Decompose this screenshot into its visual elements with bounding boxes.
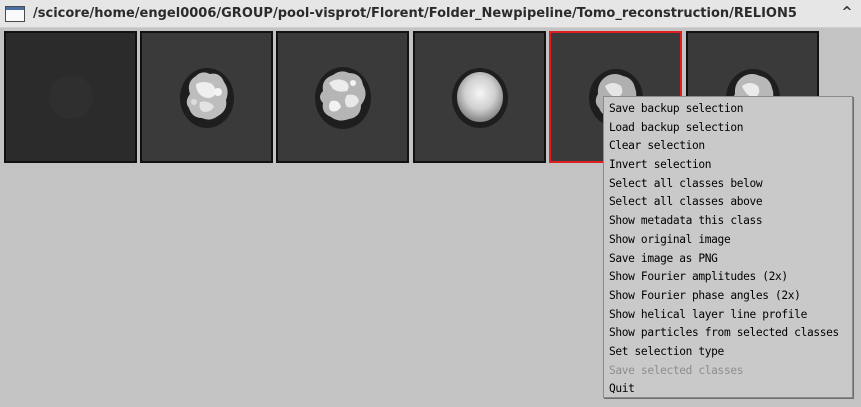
window-icon (5, 6, 25, 22)
app-window: /scicore/home/engel0006/GROUP/pool-vispr… (0, 0, 861, 407)
menu-item-set-selection-type[interactable]: Set selection type (604, 343, 852, 362)
menu-item-show-metadata[interactable]: Show metadata this class (604, 212, 852, 231)
window-title: /scicore/home/engel0006/GROUP/pool-vispr… (33, 6, 797, 21)
class-image (314, 67, 371, 129)
class-thumbnail[interactable] (140, 31, 273, 163)
menu-item-save-selected-classes: Save selected classes (609, 363, 744, 377)
menu-item-select-all-above[interactable]: Select all classes above (604, 193, 852, 212)
class-image (179, 68, 234, 128)
menu-item-show-original-image[interactable]: Show original image (604, 231, 852, 250)
menu-item-quit[interactable]: Quit (604, 380, 852, 399)
class-thumbnail[interactable] (4, 31, 137, 163)
context-menu: Save backup selection Load backup select… (603, 96, 853, 398)
title-bar[interactable]: /scicore/home/engel0006/GROUP/pool-vispr… (0, 0, 861, 28)
menu-item-fourier-phase-angles[interactable]: Show Fourier phase angles (2x) (604, 287, 852, 306)
class-image (48, 75, 93, 119)
menu-item-select-all-below[interactable]: Select all classes below (604, 175, 852, 194)
menu-item-show-particles[interactable]: Show particles from selected classes (604, 324, 852, 343)
class-thumbnail[interactable] (413, 31, 546, 163)
menu-item-fourier-amplitudes[interactable]: Show Fourier amplitudes (2x) (604, 268, 852, 287)
class-thumbnail[interactable] (276, 31, 409, 163)
menu-item-helical-layer-line[interactable]: Show helical layer line profile (604, 306, 852, 325)
menu-item-save-backup-selection[interactable]: Save backup selection (604, 100, 852, 119)
menu-item-load-backup-selection[interactable]: Load backup selection (604, 119, 852, 138)
menu-item-save-image-png[interactable]: Save image as PNG (604, 250, 852, 269)
menu-item-clear-selection[interactable]: Clear selection (604, 137, 852, 156)
class-image (451, 68, 508, 128)
chevron-up-icon[interactable]: ^ (840, 4, 854, 22)
menu-item-invert-selection[interactable]: Invert selection (604, 156, 852, 175)
